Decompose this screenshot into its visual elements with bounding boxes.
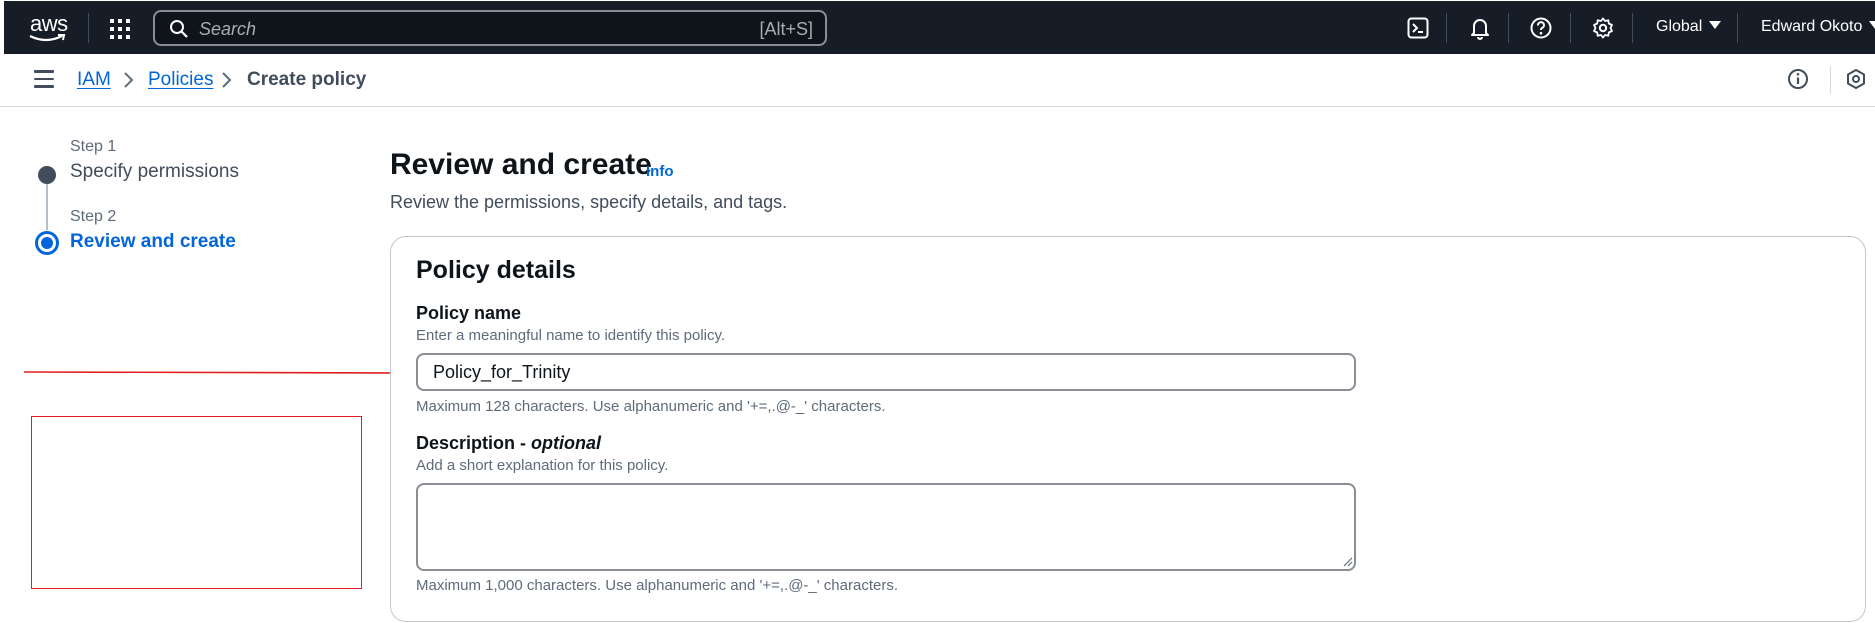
divider (1632, 13, 1633, 43)
page-description: Review the permissions, specify details,… (390, 192, 788, 212)
step-completed-icon (38, 166, 56, 184)
top-navigation: aws Search [Alt+S] Global Edward Okoto (4, 1, 1875, 54)
description-hint: Add a short explanation for this policy. (416, 457, 669, 474)
step-1-label: Step 1 (70, 138, 117, 155)
description-label-text: Description - (416, 433, 532, 453)
step-2-title: Review and create (70, 231, 236, 252)
divider (1446, 13, 1447, 43)
step-connector (46, 184, 48, 230)
region-label: Global (1656, 18, 1703, 35)
search-icon (170, 20, 188, 38)
aws-smile-icon (29, 34, 66, 42)
help-icon[interactable] (1529, 16, 1553, 40)
policy-name-constraint: Maximum 128 characters. Use alphanumeric… (416, 398, 886, 415)
divider (1737, 13, 1738, 43)
annotation-arrow-icon (24, 367, 434, 379)
annotation-box (31, 416, 362, 589)
security-shield-icon[interactable] (1845, 68, 1867, 90)
account-menu[interactable]: Edward Okoto (1761, 18, 1875, 36)
info-link[interactable]: Info (646, 163, 674, 180)
caret-down-icon (1869, 21, 1875, 29)
step-2-label: Step 2 (70, 208, 117, 225)
search-shortcut: [Alt+S] (759, 19, 813, 39)
info-icon[interactable] (1787, 68, 1809, 90)
step-1-title[interactable]: Specify permissions (70, 161, 239, 183)
page-title: Review and create (390, 148, 652, 181)
search-placeholder: Search (199, 19, 257, 39)
policy-name-input[interactable] (416, 353, 1356, 391)
caret-down-icon (1709, 21, 1722, 29)
divider (1830, 66, 1831, 94)
policy-name-label: Policy name (416, 303, 522, 323)
description-constraint: Maximum 1,000 characters. Use alphanumer… (416, 577, 898, 594)
region-selector[interactable]: Global (1656, 18, 1722, 36)
aws-logo[interactable]: aws (26, 11, 76, 45)
settings-icon[interactable] (1591, 16, 1615, 40)
step-active-icon (35, 231, 59, 255)
services-menu-icon[interactable] (108, 17, 132, 41)
resize-handle-icon[interactable] (1343, 557, 1353, 567)
cloudshell-icon[interactable] (1406, 16, 1430, 40)
policy-name-description: Enter a meaningful name to identify this… (416, 327, 726, 344)
account-name: Edward Okoto (1761, 18, 1863, 35)
breadcrumb-policies[interactable]: Policies (148, 69, 213, 91)
description-textarea[interactable] (416, 483, 1356, 571)
chevron-right-icon (124, 72, 134, 88)
breadcrumb-create-policy: Create policy (247, 69, 367, 90)
description-label: Description - optional (416, 433, 601, 454)
bell-icon[interactable] (1468, 16, 1492, 40)
divider (1570, 13, 1571, 43)
hamburger-menu-icon[interactable] (34, 70, 54, 88)
search-input[interactable]: Search [Alt+S] (153, 10, 827, 46)
chevron-right-icon (222, 72, 232, 88)
divider (88, 13, 89, 43)
breadcrumb-bar: IAM Policies Create policy (0, 54, 1875, 107)
breadcrumb-iam[interactable]: IAM (77, 69, 111, 91)
divider (1508, 13, 1509, 43)
panel-title: Policy details (416, 256, 576, 284)
optional-tag: optional (531, 433, 602, 453)
